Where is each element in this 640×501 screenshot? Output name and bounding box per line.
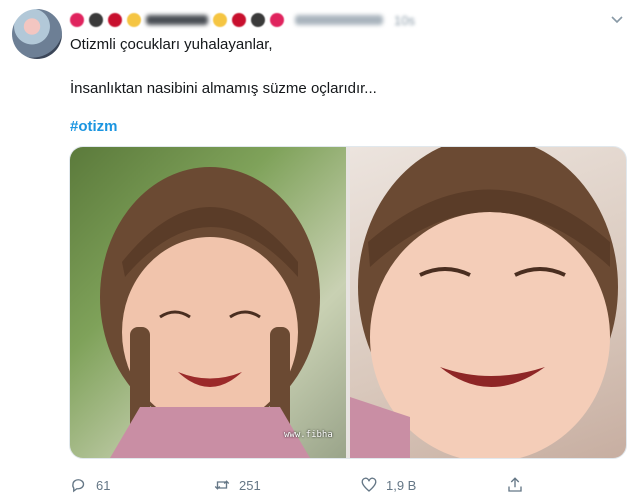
display-name-redacted[interactable] [146, 15, 208, 25]
retweet-button[interactable]: 251 [213, 476, 261, 494]
tweet-card: 10s Otizmli çocukları yuhalayanlar, İnsa… [0, 0, 640, 501]
retweet-icon [214, 480, 230, 490]
watermark: www.fibha [284, 430, 333, 440]
tweet-text-line-2: İnsanlıktan nasibini almamış süzme oçlar… [70, 80, 377, 97]
share-icon [508, 477, 522, 492]
emoji-icon [89, 13, 103, 27]
tweet-media[interactable]: www.fibha [69, 146, 627, 459]
username-redacted[interactable] [295, 15, 383, 25]
reply-icon [72, 479, 85, 493]
emoji-icon [127, 13, 141, 27]
heart-icon [361, 477, 377, 492]
chevron-down-icon[interactable] [610, 12, 624, 29]
reply-count: 61 [96, 477, 111, 493]
emoji-icon [108, 13, 122, 27]
emoji-icon [232, 13, 246, 27]
like-count: 1,9 B [386, 477, 417, 493]
tweet-text-line-1: Otizmli çocukları yuhalayanlar, [70, 36, 273, 53]
retweet-count: 251 [239, 477, 261, 493]
tweet-actions: 61 251 1,9 B [70, 476, 540, 496]
photo-left[interactable]: www.fibha [70, 147, 346, 458]
tweet-header: 10s [70, 9, 415, 31]
emoji-icon [251, 13, 265, 27]
photo-right[interactable] [350, 147, 626, 458]
like-button[interactable]: 1,9 B [360, 476, 416, 494]
emoji-icon [70, 13, 84, 27]
emoji-icon [213, 13, 227, 27]
avatar[interactable] [12, 9, 62, 59]
share-button[interactable] [506, 476, 524, 494]
hashtag-link[interactable]: #otizm [70, 118, 118, 135]
emoji-icon [270, 13, 284, 27]
timestamp[interactable]: 10s [394, 13, 415, 28]
reply-button[interactable]: 61 [70, 476, 110, 494]
